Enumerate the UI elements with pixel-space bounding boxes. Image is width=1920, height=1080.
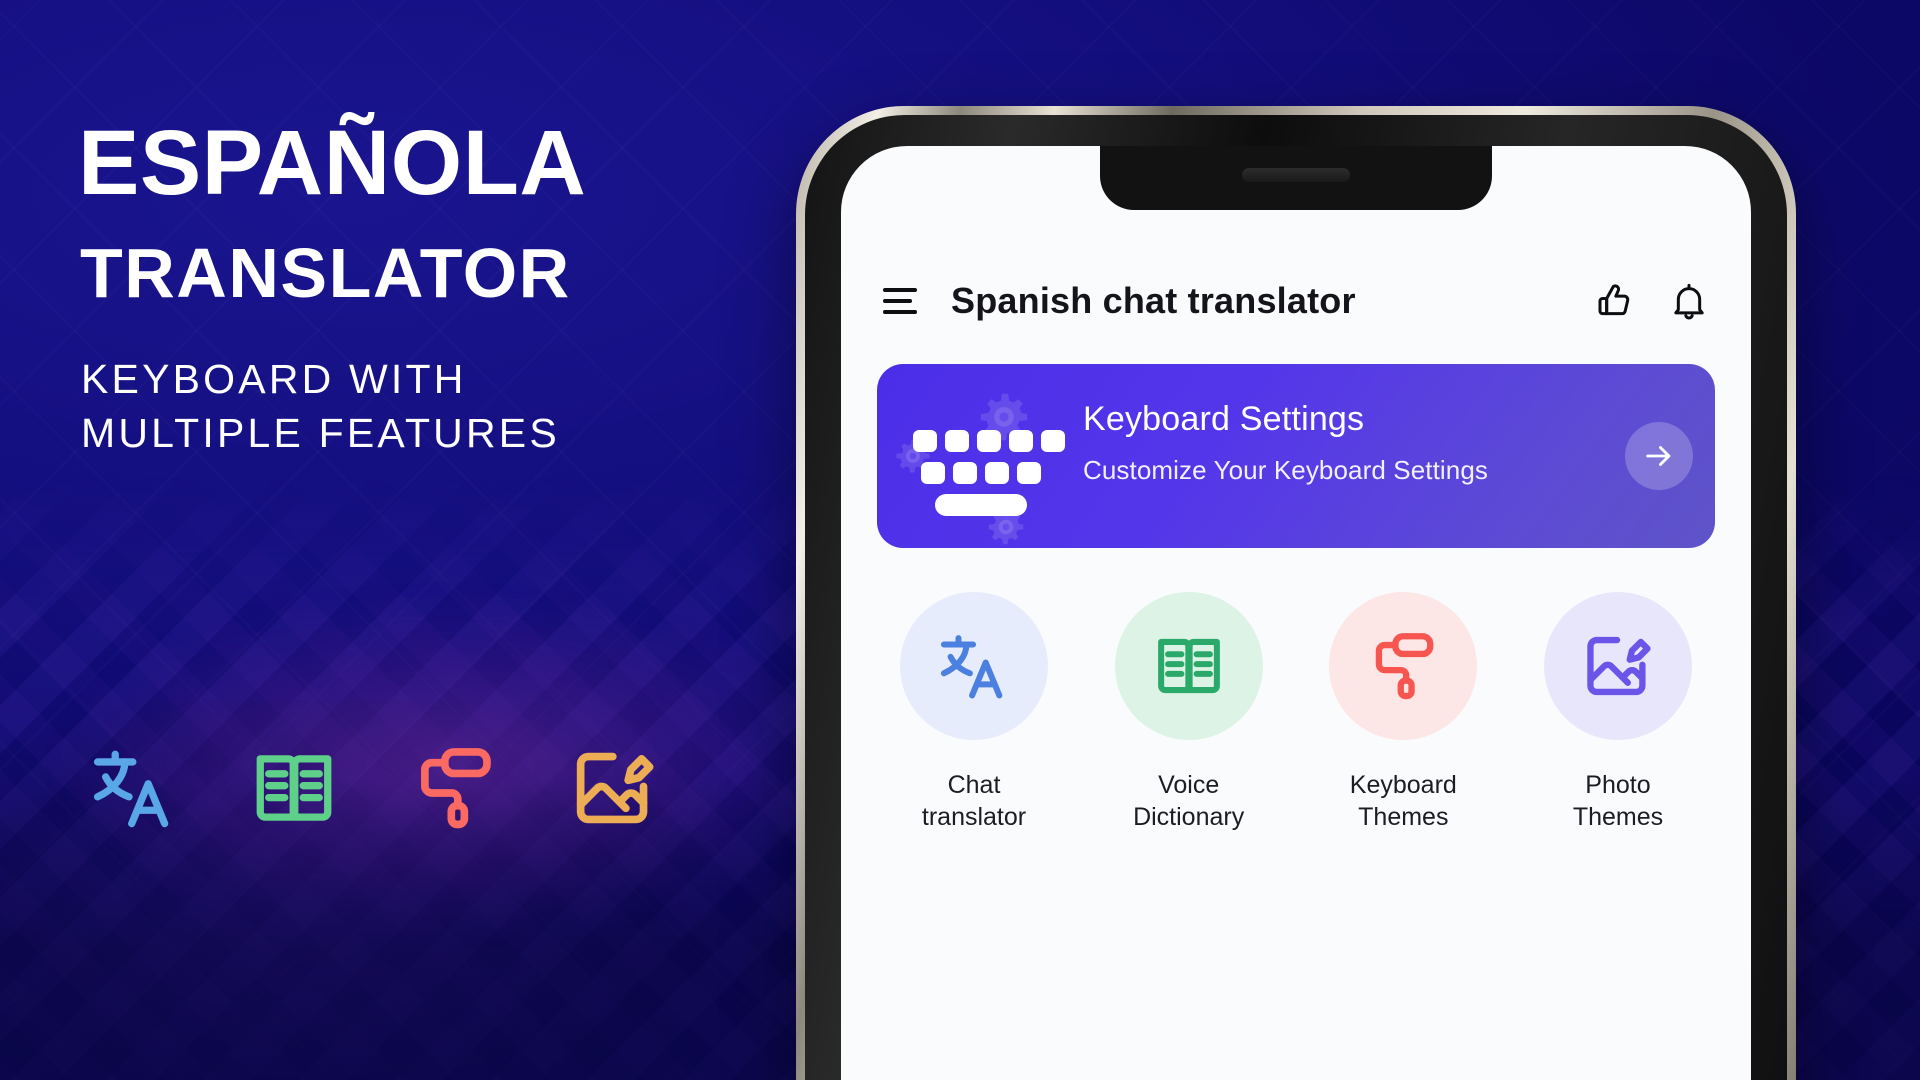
feature-label-line-1: Chat: [947, 771, 1001, 799]
promo-tagline-line-2: MULTIPLE FEATURES: [81, 410, 560, 457]
feature-label-line-2: Themes: [1358, 802, 1449, 831]
feature-icon-badge: [1329, 592, 1478, 740]
feature-icon-badge: [1543, 592, 1692, 740]
feature-label-line-2: translator: [921, 802, 1027, 831]
feature-label-line-1: Photo: [1585, 771, 1651, 799]
phone-screen: Spanish chat translator Keyboard Setting…: [841, 146, 1751, 1080]
promo-banner-image: ESPAÑOLA TRANSLATOR KEYBOARD WITH MULTIP…: [0, 0, 1920, 1080]
promo-tagline: KEYBOARD WITH MULTIPLE FEATURES: [81, 352, 778, 462]
translate-icon: [93, 750, 169, 828]
feature-keyboard-themes[interactable]: Keyboard Themes: [1308, 592, 1498, 834]
feature-label: Keyboard Themes: [1350, 770, 1457, 834]
keyboard-settings-banner[interactable]: Keyboard Settings Customize Your Keyboar…: [877, 364, 1715, 548]
feature-icon-badge: [1114, 592, 1263, 740]
feature-label: Voice Dictionary: [1133, 770, 1244, 834]
feature-label-line-2: Themes: [1572, 802, 1664, 831]
promo-headline: ESPAÑOLA: [78, 112, 587, 214]
app-bar-title: Spanish chat translator: [951, 280, 1356, 321]
phone-mockup: Spanish chat translator Keyboard Setting…: [796, 106, 1796, 1080]
arrow-right-icon: [1646, 446, 1671, 466]
photo-edit-icon: [576, 752, 654, 824]
feature-label: Chat translator: [922, 770, 1026, 834]
keyboard-icon: [891, 430, 1069, 522]
feature-label-line-1: Voice: [1158, 771, 1220, 799]
banner-text: Keyboard Settings Customize Your Keyboar…: [1083, 400, 1488, 486]
feature-photo-themes[interactable]: Photo Themes: [1523, 592, 1713, 834]
translate-icon: [940, 635, 1003, 699]
open-book-icon: [256, 755, 332, 821]
promo-tagline-line-1: KEYBOARD WITH: [81, 355, 467, 402]
hamburger-menu-icon[interactable]: [883, 288, 917, 314]
feature-voice-dictionary[interactable]: Voice Dictionary: [1094, 592, 1284, 834]
app-bar-actions: [1595, 281, 1709, 321]
banner-subtitle: Customize Your Keyboard Settings: [1083, 455, 1488, 485]
promo-subheadline: TRANSLATOR: [80, 234, 571, 313]
bell-icon[interactable]: [1669, 281, 1709, 321]
paint-roller-icon: [421, 748, 491, 829]
decorative-icon-row: [88, 742, 660, 834]
feature-label: Photo Themes: [1573, 770, 1663, 834]
banner-arrow-button[interactable]: [1625, 422, 1693, 490]
app-bar: Spanish chat translator: [841, 266, 1751, 336]
photo-edit-icon: [1587, 636, 1651, 696]
banner-title: Keyboard Settings: [1083, 400, 1365, 438]
paint-roller-icon: [1376, 633, 1434, 700]
feature-label-line-1: Keyboard: [1349, 771, 1457, 799]
feature-shortcut-row: Chat translator Voice Dictionary Keyboar…: [861, 592, 1731, 834]
earpiece-speaker: [1242, 168, 1350, 182]
feature-chat-translator[interactable]: Chat translator: [879, 592, 1069, 834]
promo-copy: ESPAÑOLA TRANSLATOR KEYBOARD WITH MULTIP…: [78, 112, 778, 462]
phone-notch: [1100, 146, 1492, 210]
open-book-icon: [1157, 638, 1220, 694]
feature-icon-badge: [900, 592, 1048, 740]
feature-label-line-2: Dictionary: [1133, 802, 1245, 831]
thumbs-up-icon[interactable]: [1595, 281, 1635, 321]
